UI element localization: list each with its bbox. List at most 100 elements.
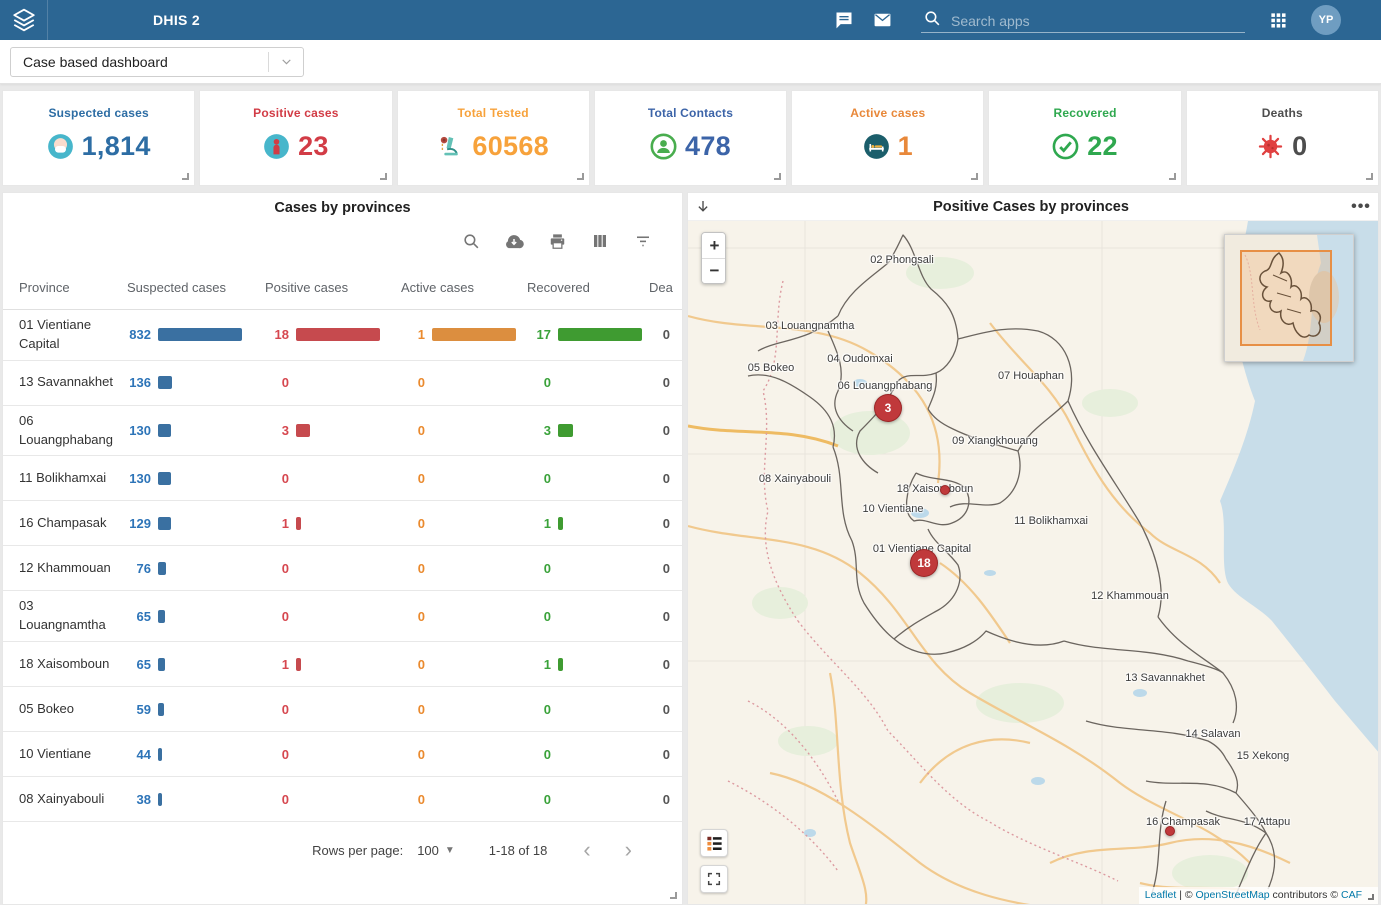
layers-list-button[interactable] — [700, 829, 728, 857]
table-row[interactable]: 16 Champasak1291010 — [3, 501, 682, 546]
cell-positive: 1 — [265, 657, 401, 672]
table-row[interactable]: 18 Xaisomboun651010 — [3, 642, 682, 687]
value-number: 65 — [127, 609, 151, 624]
messages-icon[interactable] — [833, 9, 855, 31]
download-arrow-icon[interactable] — [688, 198, 718, 216]
value-number: 0 — [527, 609, 551, 624]
cell-active: 0 — [401, 792, 527, 807]
print-icon[interactable] — [547, 231, 567, 251]
table-row[interactable]: 11 Bolikhamxai1300000 — [3, 456, 682, 501]
zoom-in-button[interactable]: + — [702, 233, 726, 258]
resize-handle-icon[interactable] — [380, 173, 387, 180]
fullscreen-button[interactable] — [700, 865, 728, 893]
value-number: 1 — [527, 657, 551, 672]
value-bar — [296, 328, 380, 341]
table-row[interactable]: 13 Savannakhet1360000 — [3, 361, 682, 406]
stat-card-value-row: 22 — [989, 131, 1180, 162]
user-avatar[interactable]: YP — [1311, 5, 1341, 35]
value-bar — [158, 658, 165, 671]
search-apps-input[interactable] — [951, 13, 1241, 29]
value-bar — [158, 472, 171, 485]
resize-handle-icon[interactable] — [577, 173, 584, 180]
column-header-province[interactable]: Province — [3, 280, 127, 295]
map-case-marker[interactable]: 3 — [874, 394, 902, 422]
search-icon[interactable] — [461, 231, 481, 251]
stat-card-value: 60568 — [472, 131, 549, 162]
attribution-link[interactable]: CAF — [1341, 889, 1362, 901]
app-search — [921, 7, 1245, 33]
dashboard-selector[interactable]: Case based dashboard — [10, 47, 304, 77]
cell-active: 0 — [401, 516, 527, 531]
cell-active: 0 — [401, 657, 527, 672]
value-number: 1 — [265, 516, 289, 531]
apps-grid-icon[interactable] — [1267, 9, 1289, 31]
map-case-marker[interactable] — [940, 485, 950, 495]
cell-recovered: 0 — [527, 375, 649, 390]
map-body[interactable]: + − — [688, 221, 1378, 904]
resize-handle-icon[interactable] — [670, 892, 677, 899]
stat-card-value: 478 — [685, 131, 731, 162]
value-number: 0 — [527, 747, 551, 762]
column-header-deaths[interactable]: Dea — [649, 280, 682, 295]
check-circle-icon — [1052, 133, 1079, 160]
table-row[interactable]: 12 Khammouan760000 — [3, 546, 682, 591]
rows-per-page-select[interactable]: 100 ▼ — [417, 843, 455, 858]
map-overview-inset[interactable] — [1224, 234, 1354, 362]
zoom-out-button[interactable]: − — [702, 258, 726, 283]
cell-positive: 3 — [265, 423, 401, 438]
next-page-button[interactable]: › — [613, 839, 644, 861]
column-header-recovered[interactable]: Recovered — [527, 280, 649, 295]
cell-deaths: 0 — [649, 657, 682, 672]
resize-handle-icon[interactable] — [1366, 173, 1373, 180]
attribution-link[interactable]: Leaflet — [1145, 889, 1177, 901]
hospital-bed-icon — [863, 133, 890, 160]
table-row[interactable]: 05 Bokeo590000 — [3, 687, 682, 732]
value-number: 0 — [527, 561, 551, 576]
stat-card-value: 1 — [898, 131, 913, 162]
column-header-positive-cases[interactable]: Positive cases — [265, 280, 401, 295]
value-number: 76 — [127, 561, 151, 576]
table-row[interactable]: 01 Vientiane Capital832181170 — [3, 310, 682, 361]
value-number: 0 — [401, 423, 425, 438]
column-header-suspected-cases[interactable]: Suspected cases — [127, 280, 265, 295]
column-header-active-cases[interactable]: Active cases — [401, 280, 527, 295]
attribution-link[interactable]: OpenStreetMap — [1196, 889, 1270, 901]
resize-handle-icon[interactable] — [1368, 894, 1374, 900]
stat-card-tested: Total Tested60568 — [397, 90, 590, 186]
cell-positive: 0 — [265, 561, 401, 576]
value-bar — [432, 328, 516, 341]
table-row[interactable]: 10 Vientiane440000 — [3, 732, 682, 777]
table-row[interactable]: 08 Xainyabouli380000 — [3, 777, 682, 822]
dhis2-logo-icon[interactable] — [0, 0, 48, 40]
table-row[interactable]: 06 Louangphabang1303030 — [3, 406, 682, 457]
map-case-marker[interactable] — [1165, 826, 1175, 836]
download-icon[interactable] — [504, 231, 524, 251]
rows-per-page-label: Rows per page: — [312, 843, 403, 858]
value-number: 59 — [127, 702, 151, 717]
table-row[interactable]: 03 Louangnamtha650000 — [3, 591, 682, 642]
stat-card-value: 0 — [1292, 131, 1307, 162]
value-number: 1 — [527, 516, 551, 531]
resize-handle-icon[interactable] — [1169, 173, 1176, 180]
columns-icon[interactable] — [590, 231, 610, 251]
cell-recovered: 0 — [527, 471, 649, 486]
value-number: 0 — [401, 702, 425, 717]
previous-page-button[interactable]: ‹ — [571, 839, 602, 861]
more-options-icon[interactable]: ••• — [1344, 198, 1378, 216]
resize-handle-icon[interactable] — [971, 173, 978, 180]
cell-active: 0 — [401, 747, 527, 762]
resize-handle-icon[interactable] — [182, 173, 189, 180]
map-case-marker[interactable]: 18 — [910, 549, 938, 577]
cell-deaths: 0 — [649, 375, 682, 390]
resize-handle-icon[interactable] — [774, 173, 781, 180]
value-number: 832 — [127, 327, 151, 342]
cell-positive: 0 — [265, 792, 401, 807]
cell-deaths: 0 — [649, 327, 682, 342]
stat-card-active: Active cases1 — [791, 90, 984, 186]
mail-icon[interactable] — [871, 9, 893, 31]
value-number: 0 — [401, 516, 425, 531]
value-number: 0 — [401, 375, 425, 390]
value-bar — [158, 610, 165, 623]
cell-positive: 18 — [265, 327, 401, 342]
filter-icon[interactable] — [633, 231, 653, 251]
